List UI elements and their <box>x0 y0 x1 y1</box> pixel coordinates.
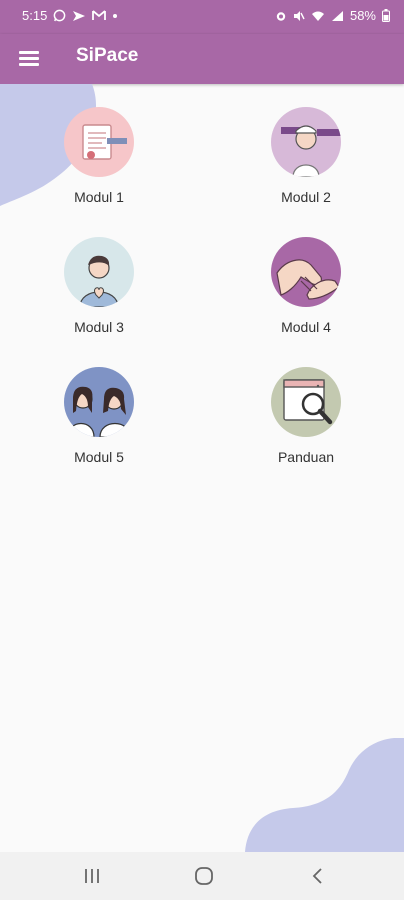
battery-percent: 58% <box>349 8 376 23</box>
mute-icon <box>293 10 305 21</box>
status-right: 58% <box>275 8 390 23</box>
module-tile-2[interactable]: Modul 2 <box>246 107 366 205</box>
module-tile-4[interactable]: Modul 4 <box>246 237 366 335</box>
friends-icon <box>67 386 131 437</box>
whatsapp-icon <box>53 9 66 22</box>
module-1-circle <box>64 107 134 177</box>
panduan-circle <box>271 367 341 437</box>
panduan-label: Panduan <box>277 449 335 465</box>
module-5-circle <box>64 367 134 437</box>
wifi-icon <box>311 11 324 21</box>
module-5-label: Modul 5 <box>74 449 124 465</box>
send-icon <box>73 10 86 21</box>
nurse-icon <box>281 125 341 177</box>
module-2-label: Modul 2 <box>281 189 331 205</box>
app-bar: SiPace <box>0 34 404 84</box>
hamburger-menu-icon[interactable] <box>18 46 42 70</box>
status-left: 5:15 <box>22 8 118 23</box>
battery-icon <box>382 9 390 22</box>
module-4-circle <box>271 237 341 307</box>
module-3-label: Modul 3 <box>74 319 124 335</box>
module-2-circle <box>271 107 341 177</box>
person-heart-icon <box>79 255 119 307</box>
recent-apps-icon[interactable] <box>78 864 106 888</box>
module-tile-panduan[interactable]: Panduan <box>246 367 366 465</box>
module-4-label: Modul 4 <box>281 319 331 335</box>
module-3-circle <box>64 237 134 307</box>
decorative-blob-bottom <box>245 738 404 852</box>
alarm-icon <box>276 11 286 21</box>
dot-icon <box>113 13 118 18</box>
scroll-icon <box>82 124 127 160</box>
signal-icon <box>331 10 343 21</box>
module-1-label: Modul 1 <box>74 189 124 205</box>
back-icon[interactable] <box>304 864 332 888</box>
android-nav-bar <box>0 852 404 900</box>
home-icon[interactable] <box>190 864 218 888</box>
status-bar: 5:15 58% <box>0 0 404 34</box>
holding-hands-icon <box>276 259 340 300</box>
app-title: SiPace <box>76 45 139 66</box>
module-tile-1[interactable]: Modul 1 <box>39 107 159 205</box>
gmail-icon <box>92 10 107 20</box>
status-time: 5:15 <box>22 8 48 23</box>
magnifier-browser-icon <box>283 379 333 425</box>
module-tile-5[interactable]: Modul 5 <box>39 367 159 465</box>
module-tile-3[interactable]: Modul 3 <box>39 237 159 335</box>
